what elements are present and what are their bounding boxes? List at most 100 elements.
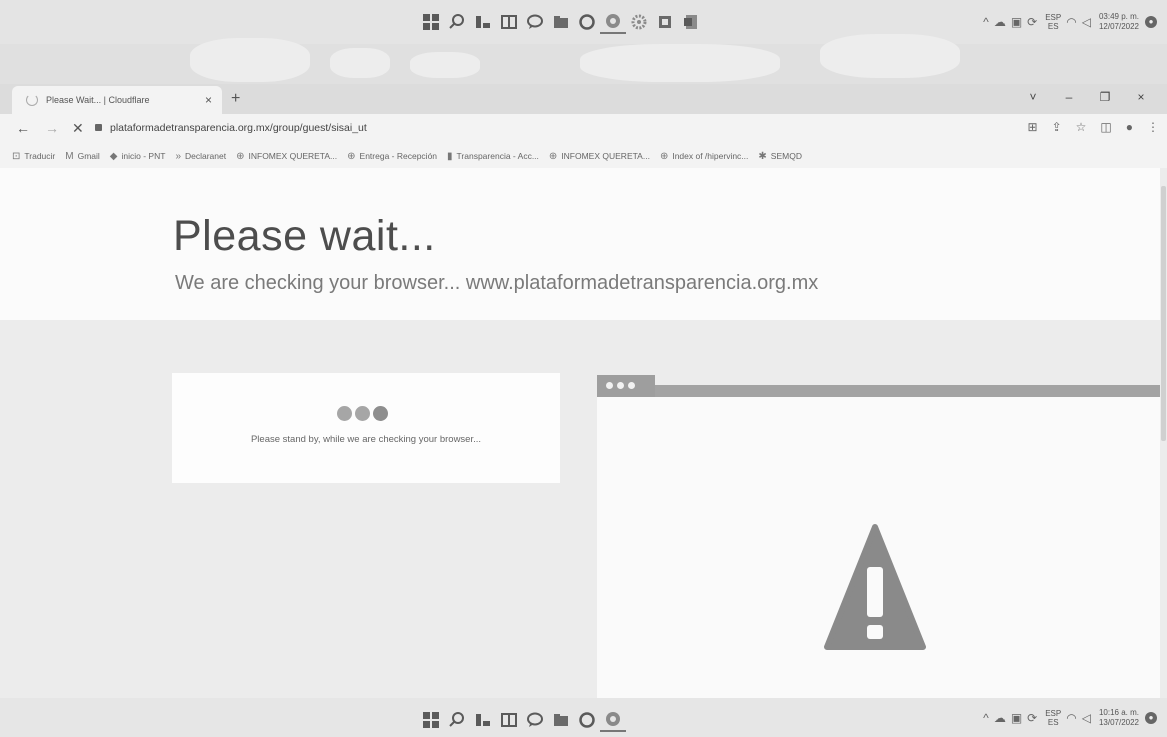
office-app-icon[interactable] [652,11,678,33]
file-explorer-icon[interactable] [548,11,574,33]
tray-app-icon[interactable]: ▣ [1011,15,1022,29]
page-title: Please wait... [173,212,436,260]
bookmarks-bar: ⊡ Traducir M Gmail ◆ inicio - PNT » Declaran… [0,144,1167,168]
wallpaper-shape [410,52,480,78]
taskbar-clock[interactable]: 03:49 p. m. 12/07/2022 [1099,12,1139,32]
bookmark-label: SEMQD [770,151,802,161]
bookmark-item[interactable]: ◆ inicio - PNT [110,151,166,162]
vertical-scrollbar[interactable] [1160,168,1167,698]
task-view-icon[interactable] [470,11,496,33]
clock-date: 12/07/2022 [1098,22,1139,31]
menu-kebab-icon[interactable]: ⋮ [1147,120,1159,134]
globe-icon: ⊕ [659,150,669,162]
task-view-icon[interactable] [470,709,496,731]
widgets-icon[interactable] [496,709,522,731]
windows-start-icon[interactable] [418,11,444,33]
standby-card: Please stand by, while we are checking y… [172,373,560,483]
system-tray: ^ ☁ ▣ ⟳ ESP ES ◠ ◁ 03:49 p. m. 12/07/202… [978,10,1157,34]
close-tab-icon[interactable]: × [205,93,212,107]
url-field[interactable]: plataformadetransparencia.org.mx/group/g… [110,122,367,134]
windows-start-icon[interactable] [418,709,444,731]
widgets-icon[interactable] [496,11,522,33]
tray-sync-icon[interactable]: ⟳ [1027,711,1037,725]
bookmark-item[interactable]: ⊕ INFOMEX QUERETA... [236,151,337,162]
pnt-icon: ◆ [109,150,118,162]
stop-loading-icon[interactable]: ✕ [72,120,84,137]
chrome-icon[interactable] [600,10,626,34]
file-explorer-icon[interactable] [548,709,574,731]
translate-icon: ⊡ [12,150,21,162]
bookmark-item[interactable]: ▮ Transparencia - Acc... [447,151,539,162]
maximize-icon[interactable]: ❐ [1087,90,1123,104]
page-content: Please wait... We are checking your brow… [0,168,1160,698]
bookmark-star-icon[interactable]: ☆ [1076,120,1087,134]
lock-icon[interactable] [95,124,102,131]
back-arrow-icon[interactable]: ← [16,120,30,136]
onedrive-icon[interactable]: ☁ [994,15,1006,29]
new-tab-button[interactable]: + [231,90,240,108]
bookmark-item[interactable]: ⊕ INFOMEX QUERETA... [549,151,650,162]
search-icon[interactable] [444,11,470,33]
search-icon[interactable] [444,709,470,731]
taskbar-pinned-apps [418,708,626,732]
share-icon[interactable]: ⇪ [1052,120,1062,134]
bookmark-item[interactable]: ⊡ Traducir [12,151,55,162]
scrollbar-thumb[interactable] [1161,186,1166,441]
profile-avatar-icon[interactable]: ● [1126,120,1133,134]
tray-app-icon[interactable]: ▣ [1011,711,1022,725]
wallpaper-shape [580,44,780,82]
bookmark-label: Index of /hipervinc... [672,151,749,161]
chat-icon[interactable] [522,709,548,731]
address-bar-actions: ⊞ ⇪ ☆ ◫ ● ⋮ [1014,120,1159,134]
wallpaper-shape [330,48,390,78]
gmail-icon: M [65,150,74,162]
language-indicator[interactable]: ESP ES [1045,13,1061,31]
page-header: Please wait... We are checking your brow… [0,168,1160,320]
onedrive-icon[interactable]: ☁ [994,711,1006,725]
volume-icon[interactable]: ◁ [1082,711,1091,725]
language-sub: ES [1047,22,1059,31]
chevron-up-icon[interactable]: ^ [983,711,989,725]
page-subtitle: We are checking your browser... www.plat… [175,272,819,294]
chevron-up-icon[interactable]: ^ [983,15,989,29]
clock-date: 13/07/2022 [1098,718,1139,727]
bookmark-label: Entrega - Recepción [359,151,438,161]
declaranet-icon: » [175,150,181,162]
notification-icon[interactable]: ● [1145,16,1157,28]
standby-message: Please stand by, while we are checking y… [250,434,482,445]
github-icon[interactable] [574,11,600,33]
language-indicator[interactable]: ESP ES [1045,709,1061,727]
system-tray: ^ ☁ ▣ ⟳ ESP ES ◠ ◁ 10:16 a. m. 13/07/202… [978,706,1157,730]
bookmark-item[interactable]: ✱ SEMQD [758,151,802,162]
wallpaper-shape [820,34,960,78]
forward-arrow-icon[interactable]: → [45,120,59,136]
loading-dots-icon [337,406,391,421]
loading-spinner-icon [26,94,38,106]
close-window-icon[interactable]: × [1123,90,1159,104]
bookmark-item[interactable]: ⊕ Index of /hipervinc... [660,151,748,162]
wifi-icon[interactable]: ◠ [1066,711,1076,725]
side-panel-icon[interactable]: ◫ [1100,120,1111,134]
bookmark-item[interactable]: M Gmail [65,151,100,162]
wifi-icon[interactable]: ◠ [1066,15,1076,29]
word-icon[interactable] [678,11,704,33]
translate-page-icon[interactable]: ⊞ [1028,120,1038,134]
browser-tab[interactable]: Please Wait... | Cloudflare × [12,86,222,114]
tab-search-icon[interactable]: ˅ [1015,90,1051,104]
chat-icon[interactable] [522,11,548,33]
bookmark-item[interactable]: » Declaranet [175,151,226,162]
volume-icon[interactable]: ◁ [1082,15,1091,29]
chrome-icon[interactable] [600,708,626,732]
warning-triangle-icon [824,524,926,650]
desktop-wallpaper [0,34,1167,84]
taskbar-clock[interactable]: 10:16 a. m. 13/07/2022 [1099,708,1139,728]
globe-icon: ⊕ [548,150,558,162]
language-sub: ES [1047,718,1059,727]
bookmark-item[interactable]: ⊕ Entrega - Recepción [347,151,437,162]
github-icon[interactable] [574,709,600,731]
loading-dot [355,406,370,421]
minimize-icon[interactable]: – [1051,90,1087,104]
tray-sync-icon[interactable]: ⟳ [1027,15,1037,29]
settings-icon[interactable] [626,11,652,33]
notification-icon[interactable]: ● [1145,712,1157,724]
